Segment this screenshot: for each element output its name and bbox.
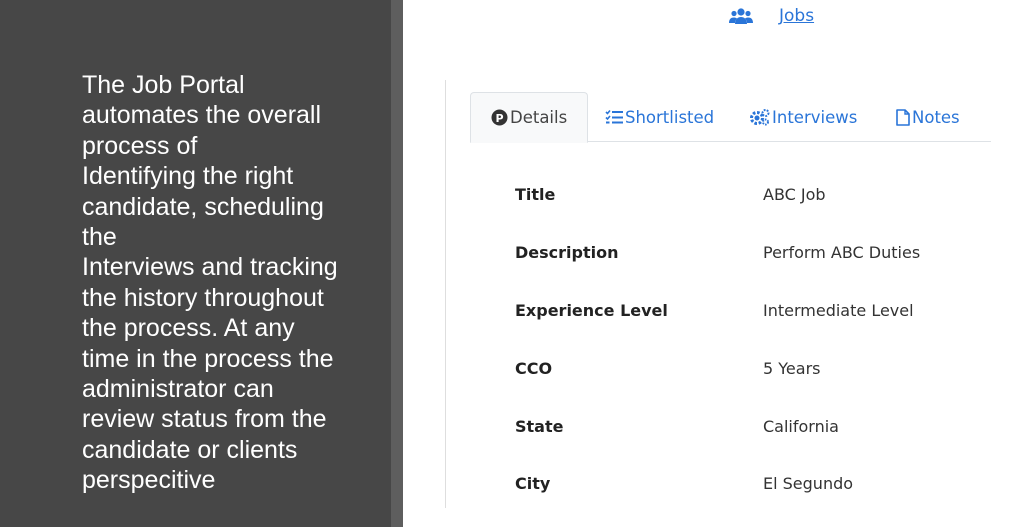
p-circle-icon: P [491,109,508,126]
intro-text: The Job Portal automates the overall pro… [82,70,372,496]
detail-row-city: City El Segundo [515,455,985,513]
detail-value: Perform ABC Duties [763,243,921,263]
intro-line: process of [82,131,198,160]
detail-label: Description [515,243,619,263]
tab-label: Details [510,108,568,127]
detail-value: 5 Years [763,358,821,378]
detail-label: Experience Level [515,300,668,320]
detail-label: Title [515,185,556,205]
tab-interviews[interactable]: Interviews [750,92,857,142]
file-icon [896,108,910,126]
jobs-link[interactable]: Jobs [729,4,814,28]
details-table: Title ABC Job Description Perform ABC Du… [515,166,985,513]
tab-notes[interactable]: Notes [896,92,960,142]
content-divider [445,80,446,508]
detail-label: City [515,474,551,494]
tab-details[interactable]: P Details [470,92,589,143]
detail-row-cco: CCO 5 Years [515,339,985,397]
intro-line: administrator can [82,375,274,404]
tab-label: Interviews [772,107,858,127]
intro-line: candidate, scheduling [82,192,324,221]
intro-line: perspecitive [82,466,216,495]
intro-line: candidate or clients [82,435,298,464]
tab-label: Notes [912,107,960,127]
detail-row-state: State California [515,397,985,455]
intro-line: Interviews and tracking [82,253,338,282]
intro-line: the [82,223,117,252]
detail-label: State [515,416,564,436]
tab-bar: P Details Shortlisted Interviews Notes [470,92,991,143]
intro-line: time in the process the [82,344,334,373]
svg-text:P: P [495,112,503,125]
detail-value: El Segundo [763,474,854,494]
intro-line: the history throughout [82,283,324,312]
detail-value: California [763,416,839,436]
detail-row-experience-level: Experience Level Intermediate Level [515,282,985,340]
intro-line: automates the overall [82,101,322,130]
tab-label: Shortlisted [625,107,715,127]
detail-row-description: Description Perform ABC Duties [515,224,985,282]
detail-value: ABC Job [763,185,826,205]
intro-line: review status from the [82,405,327,434]
detail-value: Intermediate Level [763,300,914,320]
intro-line: Identifying the right [82,162,294,191]
jobs-link-label: Jobs [779,6,815,26]
tab-shortlisted[interactable]: Shortlisted [605,92,714,142]
intro-line: The Job Portal [82,71,245,99]
detail-row-title: Title ABC Job [515,166,985,224]
intro-panel: The Job Portal automates the overall pro… [0,0,391,527]
users-icon [729,8,753,24]
cogs-icon [750,108,770,125]
intro-line: the process. At any [82,314,295,343]
panel-divider [391,0,403,527]
detail-label: CCO [515,358,553,378]
list-check-icon [605,109,623,124]
